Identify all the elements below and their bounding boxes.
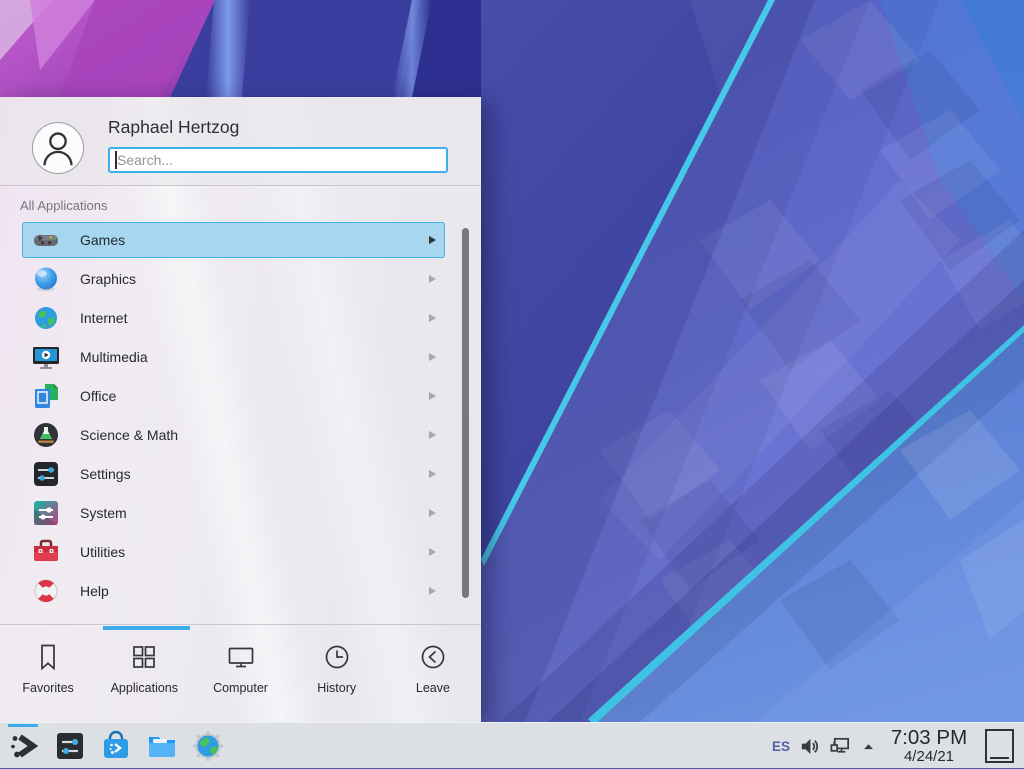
volume-icon[interactable] [798,735,821,758]
search-box [108,147,448,173]
taskbar-web-browser[interactable] [192,730,224,762]
taskbar-discover[interactable] [100,730,132,762]
submenu-arrow-icon [429,509,436,517]
category-label: Settings [80,466,131,482]
browser-globe-icon [192,730,224,762]
discover-icon [100,730,132,762]
tab-label: Leave [416,681,450,695]
category-label: Internet [80,310,127,326]
documents-icon [32,382,60,410]
launcher-tab-bar: Favorites Applications Computer History … [0,628,481,722]
tab-favorites[interactable]: Favorites [0,628,96,722]
tab-label: Computer [213,681,268,695]
keyboard-layout-indicator[interactable]: ES [772,739,790,754]
submenu-arrow-icon [429,431,436,439]
category-label: Multimedia [80,349,148,365]
category-item-internet[interactable]: Internet [22,300,445,336]
taskbar-application-launcher[interactable] [8,730,40,762]
clock-time: 7:03 PM [887,727,971,749]
category-item-science-math[interactable]: Science & Math [22,417,445,453]
bookmark-icon [33,642,63,672]
lifebuoy-icon [32,577,60,605]
list-scrollbar[interactable] [462,228,469,598]
tab-leave[interactable]: Leave [385,628,481,722]
folder-icon [146,730,178,762]
show-desktop-widget[interactable] [985,729,1014,763]
sphere-icon [32,265,60,293]
tab-computer[interactable]: Computer [192,628,288,722]
category-label: Games [80,232,125,248]
globe-icon [32,304,60,332]
digital-clock[interactable]: 7:03 PM 4/24/21 [887,727,971,765]
tray-icons [798,735,877,758]
category-label: System [80,505,127,521]
tab-label: Applications [111,681,178,695]
application-launcher-popup: Raphael Hertzog All Applications Games G… [0,97,481,722]
category-item-multimedia[interactable]: Multimedia [22,339,445,375]
kickoff-icon [8,730,40,762]
tab-label: History [317,681,356,695]
submenu-arrow-icon [429,392,436,400]
computer-icon [226,642,256,672]
category-item-help[interactable]: Help [22,573,445,609]
system-sliders-icon [32,499,60,527]
submenu-arrow-icon [429,353,436,361]
submenu-arrow-icon [429,314,436,322]
category-item-settings[interactable]: Settings [22,456,445,492]
taskbar-panel: ES 7:03 PM 4/24/21 [0,722,1024,768]
submenu-arrow-icon [429,470,436,478]
category-item-graphics[interactable]: Graphics [22,261,445,297]
category-label: Office [80,388,116,404]
gamepad-icon [32,226,60,254]
taskbar-file-manager[interactable] [146,730,178,762]
search-input[interactable] [108,147,448,173]
user-avatar[interactable] [32,122,84,174]
user-name: Raphael Hertzog [108,117,239,138]
tab-label: Favorites [22,681,73,695]
sliders-icon [32,460,60,488]
category-label: Graphics [80,271,136,287]
submenu-arrow-icon [429,548,436,556]
system-tray: ES 7:03 PM 4/24/21 [772,723,1014,769]
launcher-header: Raphael Hertzog [0,97,481,186]
submenu-arrow-icon [429,587,436,595]
submenu-arrow-icon [429,236,436,244]
category-item-games[interactable]: Games [22,222,445,258]
section-label: All Applications [20,198,107,213]
flask-icon [32,421,60,449]
tabbar-separator [0,624,481,625]
text-cursor [115,151,117,169]
tab-history[interactable]: History [289,628,385,722]
settings-dark-icon [54,730,86,762]
category-item-system[interactable]: System [22,495,445,531]
toolbox-icon [32,538,60,566]
caret-up-icon[interactable] [860,739,877,754]
grid-icon [129,642,159,672]
taskbar-launchers [8,730,224,762]
taskbar-system-settings[interactable] [54,730,86,762]
category-item-office[interactable]: Office [22,378,445,414]
submenu-arrow-icon [429,275,436,283]
category-label: Science & Math [80,427,178,443]
leave-icon [418,642,448,672]
history-icon [322,642,352,672]
category-label: Help [80,583,109,599]
tab-applications[interactable]: Applications [96,628,192,722]
monitor-play-icon [32,343,60,371]
clock-date: 4/24/21 [887,749,971,765]
category-item-utilities[interactable]: Utilities [22,534,445,570]
network-icon[interactable] [829,735,852,758]
category-label: Utilities [80,544,125,560]
category-list: Games Graphics Internet Multimedia Offic… [0,219,481,624]
